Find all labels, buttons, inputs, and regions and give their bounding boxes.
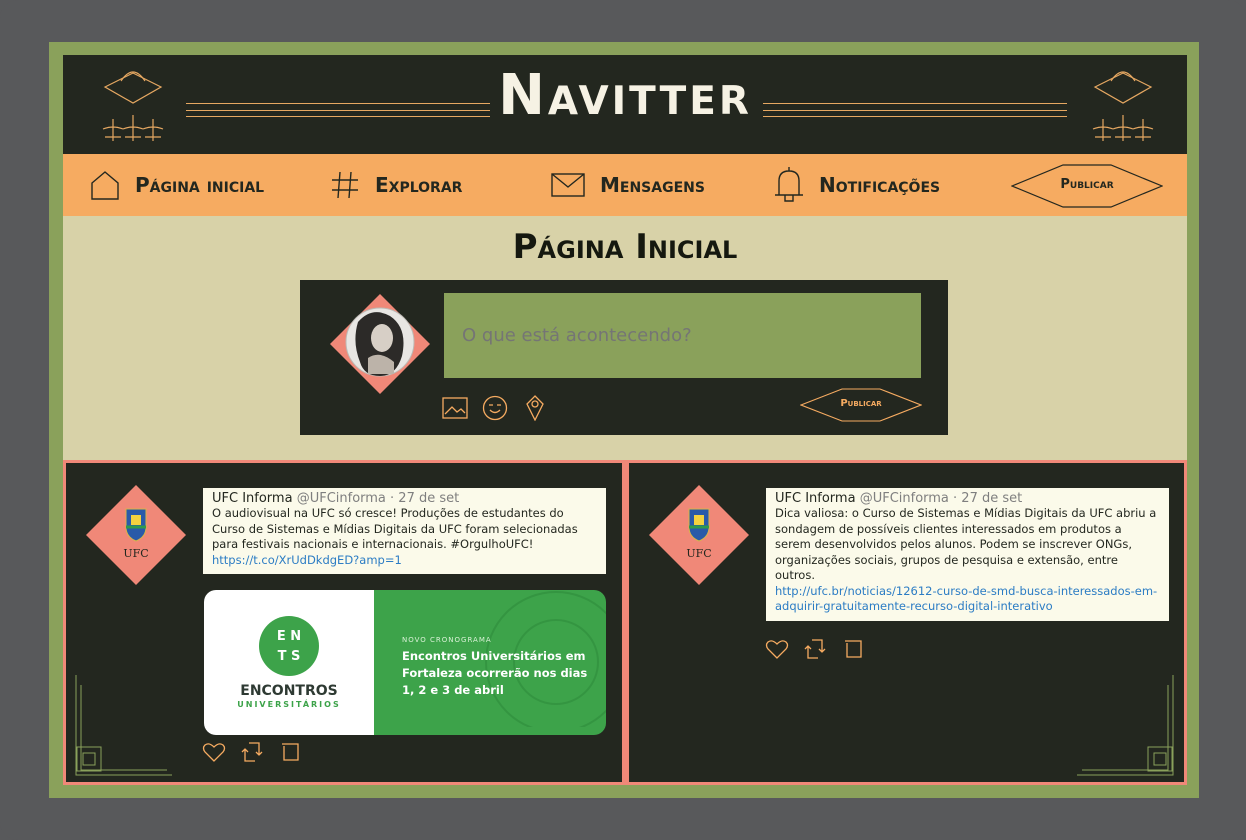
nav-item-messages[interactable]: Mensagens — [550, 169, 705, 201]
publish-button-label: Publicar — [840, 398, 882, 409]
media-text-panel: NOVO CRONOGRAMA Encontros Universitários… — [374, 590, 606, 735]
home-icon — [91, 171, 119, 200]
tweet-handle[interactable]: @UFCinforma — [860, 491, 949, 506]
tweet-content: UFC Informa @UFCinforma · 27 de set O au… — [203, 488, 606, 574]
tweet-content: UFC Informa @UFCinforma · 27 de set Dica… — [766, 488, 1169, 621]
bell-icon — [775, 167, 803, 202]
nav-item-label: Explorar — [375, 173, 463, 197]
nav-item-notifications[interactable]: Notificações — [773, 167, 941, 202]
tweet-link[interactable]: http://ufc.br/noticias/12612-curso-de-sm… — [775, 584, 1161, 615]
image-icon[interactable] — [442, 395, 468, 421]
media-brand-title: ENCONTROS — [240, 683, 338, 699]
tweet-meta: UFC Informa @UFCinforma · 27 de set — [212, 491, 598, 506]
media-logo-panel: E N T S ENCONTROS UNIVERSITÁRIOS — [204, 590, 374, 735]
org-avatar-label: UFC — [123, 547, 149, 560]
tweet-date: · 27 de set — [390, 491, 460, 506]
tweet-author[interactable]: UFC Informa — [212, 491, 293, 506]
media-kicker: NOVO CRONOGRAMA — [402, 636, 492, 644]
svg-text:T S: T S — [278, 649, 301, 664]
header-ornament-lines — [763, 103, 1067, 117]
app-header: Navitter — [63, 55, 1187, 154]
tweet-card: UFC UFC Informa @UFCinforma · 27 de set … — [629, 463, 1184, 782]
tweet-handle[interactable]: @UFCinforma — [297, 491, 386, 506]
corner-ornament — [75, 675, 172, 776]
tweet-link[interactable]: https://t.co/XrUdDkdgED?amp=1 — [212, 553, 598, 569]
tweet-text: O audiovisual na UFC só cresce! Produçõe… — [212, 506, 578, 551]
media-brand-subtitle: UNIVERSITÁRIOS — [237, 700, 341, 709]
compose-input[interactable] — [444, 293, 921, 378]
avatar — [330, 294, 430, 394]
tweet-composer: Publicar — [300, 280, 948, 435]
encontros-logo-icon: E N T S — [259, 616, 319, 676]
org-avatar-label: UFC — [686, 547, 712, 560]
media-headline: Encontros Universitários em Fortaleza oc… — [402, 649, 588, 697]
nav-item-home[interactable]: Página inicial — [89, 169, 264, 201]
nav-item-label: Notificações — [819, 173, 941, 197]
tweet-actions — [765, 637, 865, 661]
nav-item-label: Mensagens — [600, 173, 705, 197]
bookmark-icon[interactable] — [278, 740, 302, 764]
avatar — [649, 485, 749, 585]
corner-ornament — [1077, 675, 1174, 776]
publish-button[interactable]: Publicar — [1011, 163, 1163, 209]
bookmark-icon[interactable] — [841, 637, 865, 661]
tweet-date: · 27 de set — [953, 491, 1023, 506]
tweet-text: Dica valiosa: o Curso de Sistemas e Mídi… — [775, 506, 1157, 582]
heart-icon[interactable] — [765, 637, 789, 661]
main-nav: Página inicial Explorar Mensagens Notifi… — [63, 154, 1187, 216]
emoji-icon[interactable] — [482, 395, 508, 421]
nav-item-label: Página inicial — [135, 173, 265, 197]
tweet-actions — [202, 740, 302, 764]
compose-toolbar — [442, 395, 548, 422]
composer-publish-button[interactable]: Publicar — [800, 388, 922, 422]
tweet-card: UFC UFC Informa @UFCinforma · 27 de set … — [66, 463, 622, 782]
page-title: Página Inicial — [512, 227, 738, 267]
hat-ornament-icon — [1092, 71, 1154, 141]
location-icon[interactable] — [522, 395, 548, 422]
app-logo: Navitter — [498, 63, 752, 128]
nav-item-explore[interactable]: Explorar — [329, 169, 462, 201]
tweet-media[interactable]: E N T S ENCONTROS UNIVERSITÁRIOS NOVO CR… — [204, 590, 606, 735]
svg-text:E N: E N — [277, 629, 301, 644]
retweet-icon[interactable] — [803, 637, 827, 661]
tweet-meta: UFC Informa @UFCinforma · 27 de set — [775, 491, 1161, 506]
retweet-icon[interactable] — [240, 740, 264, 764]
tweet-author[interactable]: UFC Informa — [775, 491, 856, 506]
envelope-icon — [551, 173, 585, 197]
avatar — [86, 485, 186, 585]
feed: UFC UFC Informa @UFCinforma · 27 de set … — [63, 460, 1187, 785]
heart-icon[interactable] — [202, 740, 226, 764]
app-screen: Navitter Página inicial Explorar Mensage… — [63, 55, 1187, 785]
publish-button-label: Publicar — [1060, 177, 1114, 192]
hash-icon — [332, 171, 358, 199]
